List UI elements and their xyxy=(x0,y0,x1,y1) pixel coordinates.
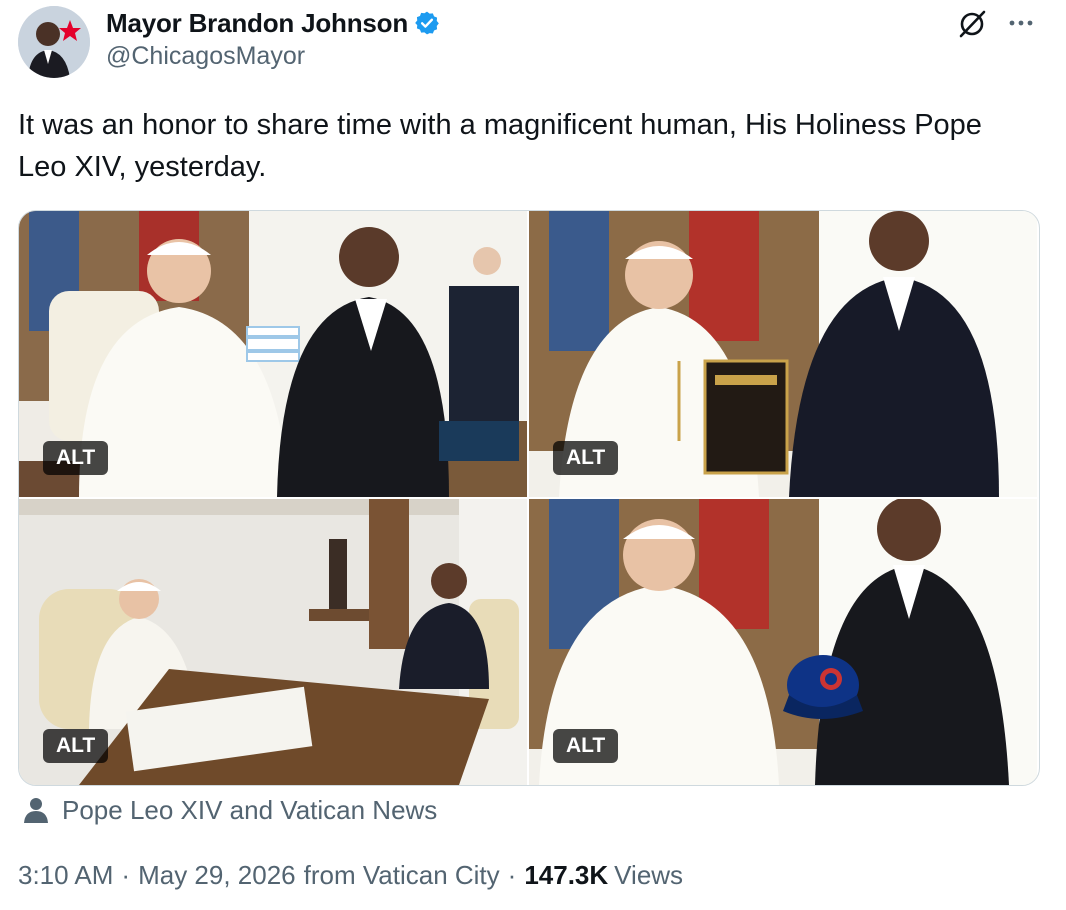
tweet-date[interactable]: May 29, 2026 xyxy=(138,860,296,891)
grok-icon[interactable] xyxy=(956,8,988,40)
tweet-meta: 3:10 AM · May 29, 2026 from Vatican City… xyxy=(18,856,683,894)
verified-badge-icon xyxy=(415,11,439,35)
tweet-location: from Vatican City xyxy=(303,859,500,890)
author-display-name[interactable]: Mayor Brandon Johnson xyxy=(106,8,408,39)
tagged-people-text: Pope Leo XIV and Vatican News xyxy=(62,794,438,825)
photo-4[interactable]: ALT xyxy=(529,499,1037,785)
tweet-time[interactable]: 3:10 AM xyxy=(18,860,113,891)
tweet-text: It was an honor to share time with a mag… xyxy=(18,109,982,183)
media-grid: ALT ALT ALT ALT xyxy=(18,210,1040,786)
photo-3[interactable]: ALT xyxy=(19,499,527,785)
photo-2-alt-badge[interactable]: ALT xyxy=(553,441,619,475)
person-icon xyxy=(24,798,48,823)
photo-2[interactable]: ALT xyxy=(529,211,1037,497)
photo-4-alt-badge[interactable]: ALT xyxy=(553,729,619,763)
tagged-people[interactable]: Pope Leo XIV and Vatican News xyxy=(22,792,437,828)
photo-1-alt-badge[interactable]: ALT xyxy=(43,441,109,475)
views-count[interactable]: 147.3K xyxy=(524,860,608,891)
author-handle[interactable]: @ChicagosMayor xyxy=(106,42,305,71)
views-label: Views xyxy=(614,859,684,890)
meta-separator-2: · xyxy=(507,859,517,890)
more-options-icon[interactable] xyxy=(1004,8,1038,38)
meta-separator: · xyxy=(121,859,131,890)
photo-3-alt-badge[interactable]: ALT xyxy=(43,729,109,763)
photo-1[interactable]: ALT xyxy=(19,211,527,497)
author-avatar[interactable] xyxy=(18,6,90,78)
